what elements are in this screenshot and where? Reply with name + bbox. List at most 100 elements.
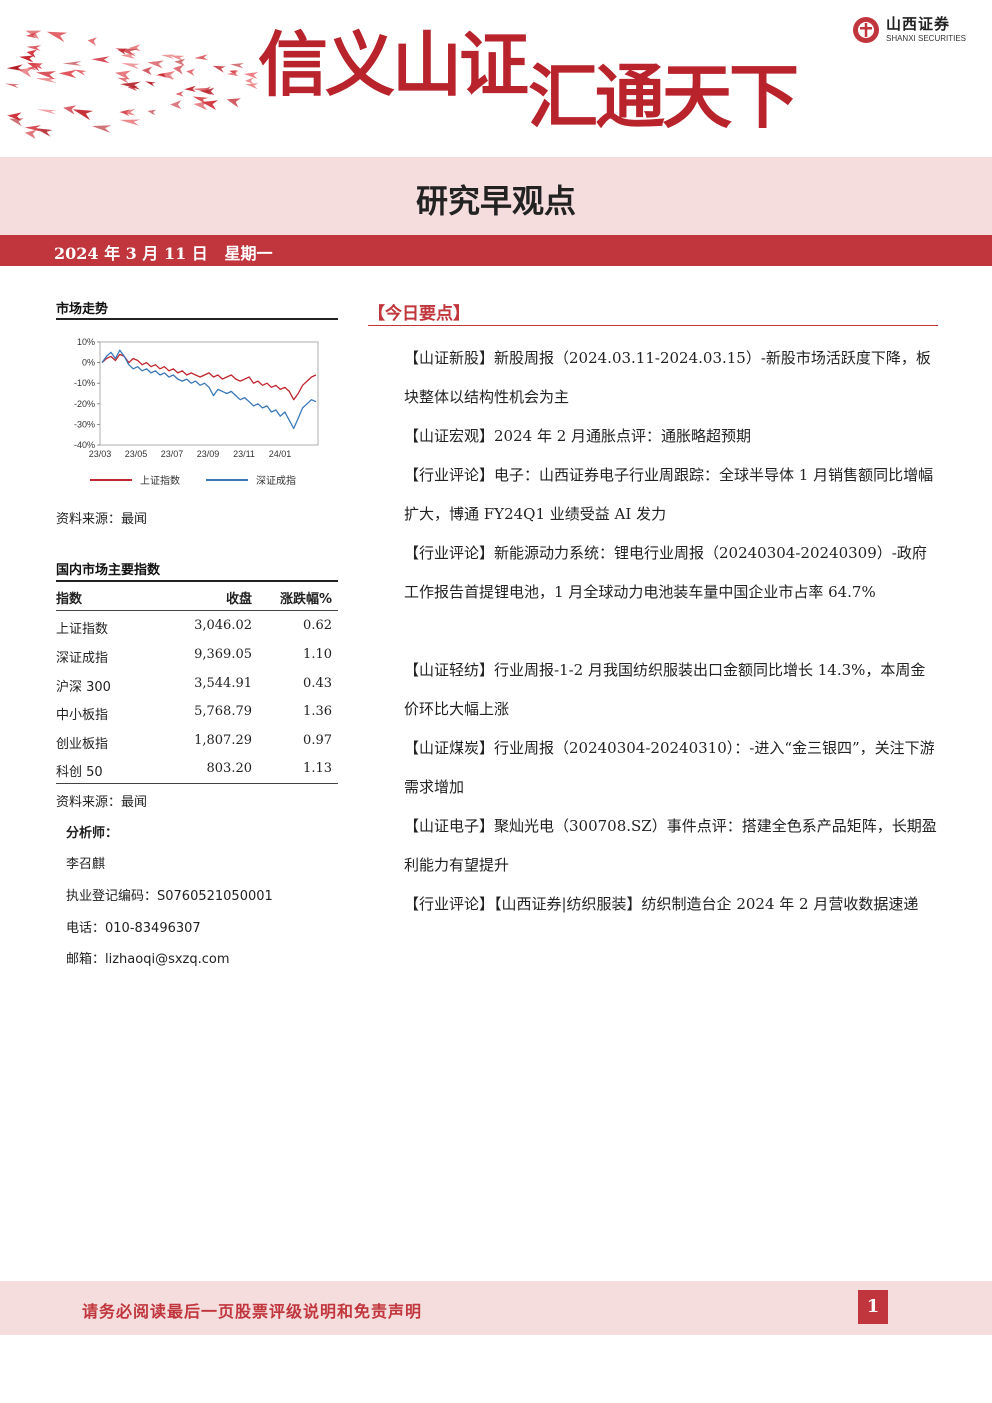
slogan-part1: 信义山证: [258, 24, 529, 106]
arrow-decoration: [115, 48, 138, 57]
report-weekday: 星期一: [224, 244, 273, 263]
index-close: 3,544.91: [194, 676, 252, 691]
legend-label: 深证成指: [256, 474, 296, 487]
y-tick-label: -20%: [74, 399, 95, 409]
index-close: 3,046.02: [194, 618, 252, 633]
arrow-decoration: [145, 81, 156, 87]
table-row: 深证成指 9,369.05 1.10: [56, 647, 338, 676]
report-date: 2024 年 3 月 11 日: [54, 244, 208, 263]
key-points-title: 【今日要点】: [368, 304, 470, 324]
arrow-decoration: [26, 45, 42, 51]
arrow-decoration: [62, 61, 82, 66]
arrow-decoration: [170, 100, 182, 110]
logo-cn-text: 山西证券: [885, 15, 950, 33]
arrow-decoration: [91, 56, 110, 64]
arrow-decoration: [35, 78, 57, 84]
date-line: 2024 年 3 月 11 日 星期一: [54, 240, 273, 264]
index-name: 科创 50: [56, 765, 103, 780]
arrow-decoration: [175, 91, 184, 97]
table-header-change: 涨跌幅%: [279, 592, 332, 607]
x-tick-label: 23/09: [197, 449, 220, 459]
table-row: 沪深 300 3,544.91 0.43: [56, 676, 338, 705]
key-point-item: 【山证轻纺】行业周报-1-2 月我国纺织服装出口金额同比增长 14.3%，本周金…: [404, 661, 926, 718]
y-tick-label: 10%: [77, 337, 95, 347]
report-title: 研究早观点: [415, 182, 576, 220]
arrow-decoration: [212, 65, 226, 73]
table-bottom-rule: [56, 783, 338, 784]
index-change: 0.97: [303, 733, 332, 748]
index-close: 5,768.79: [194, 704, 252, 719]
index-name: 深证成指: [56, 651, 109, 666]
index-change: 0.62: [303, 618, 332, 633]
arrow-decoration: [58, 69, 77, 79]
arrow-decoration: [194, 54, 209, 60]
logo-en-text: SHANXI SECURITIES: [885, 34, 966, 43]
arrow-decoration: [193, 101, 209, 111]
arrow-decoration: [121, 63, 141, 70]
table-row: 科创 50 803.20 1.13: [56, 761, 338, 790]
index-name: 上证指数: [56, 622, 109, 637]
arrow-decoration: [91, 125, 112, 133]
arrow-decoration: [24, 125, 41, 132]
key-point-item: 【山证新股】新股周报（2024.03.11-2024.03.15）-新股市场活跃…: [404, 349, 931, 406]
footer-disclaimer: 请务必阅读最后一页股票评级说明和免责声明: [82, 1302, 423, 1321]
key-point-item: 【行业评论】电子：山西证券电子行业周跟踪：全球半导体 1 月销售额同比增幅扩大，…: [404, 466, 934, 523]
arrow-decoration: [119, 119, 141, 126]
table-header-row: 指数 收盘 涨跌幅%: [56, 588, 338, 617]
index-table-title: 国内市场主要指数: [56, 563, 161, 578]
key-point-item: 【行业评论】【山西证券|纺织服装】纺织制造台企 2024 年 2 月营收数据速递: [404, 895, 919, 913]
market-trend-chart: 10%0%-10%-20%-30%-40%23/03 23/05 23/07 23/0…: [74, 337, 319, 487]
index-close: 803.20: [206, 761, 253, 776]
arrow-decoration: [147, 109, 157, 116]
analyst-label: 分析师：: [66, 826, 119, 841]
arrow-decoration: [5, 83, 20, 89]
x-tick-label: 24/01: [269, 449, 292, 459]
x-tick-label: 23/05: [125, 449, 148, 459]
table-row: 创业板指 1,807.29 0.97: [56, 733, 338, 762]
table-row: 上证指数 3,046.02 0.62: [56, 618, 338, 647]
arrow-decoration: [141, 66, 153, 76]
key-point-item: 【山证煤炭】行业周报（20240304-20240310）：-进入“金三银四”，…: [404, 739, 935, 796]
table-row: 中小板指 5,768.79 1.36: [56, 704, 338, 733]
section-rule: [56, 580, 338, 582]
market-trend-title: 市场走势: [56, 302, 109, 317]
arrow-decoration: [244, 77, 254, 84]
y-tick-label: 0%: [82, 358, 95, 368]
key-points-rule: [368, 325, 938, 326]
arrow-decoration: [243, 72, 259, 79]
arrow-decoration: [226, 98, 241, 108]
table-header-index: 指数: [56, 592, 83, 607]
analyst-name: 李召麒: [66, 857, 106, 872]
x-tick-label: 23/11: [233, 449, 255, 459]
index-change: 0.43: [303, 676, 332, 691]
arrow-decoration: [230, 63, 244, 69]
arrow-decoration: [36, 109, 57, 115]
index-name: 中小板指: [56, 708, 109, 723]
index-change: 1.36: [303, 704, 332, 719]
arrow-decoration: [173, 64, 184, 75]
y-tick-label: -30%: [74, 419, 95, 429]
chart-source: 资料来源：最闻: [56, 512, 148, 527]
index-name: 创业板指: [56, 737, 109, 752]
arrow-decoration: [72, 109, 94, 121]
arrow-decoration: [120, 53, 136, 59]
arrow-decoration: [74, 69, 87, 76]
arrow-decoration: [46, 31, 68, 43]
analyst-email: 邮箱：lizhaoqi@sxzq.com: [66, 952, 230, 967]
key-point-item: 【山证宏观】2024 年 2 月通胀点评：通胀略超预期: [404, 427, 752, 445]
key-point-item: 【行业评论】新能源动力系统：锂电行业周报（20240304-20240309）-…: [404, 544, 927, 601]
table-source: 资料来源：最闻: [56, 795, 148, 810]
x-tick-label: 23/03: [89, 449, 112, 459]
series-line-shenzhen: [101, 349, 317, 430]
analyst-license: 执业登记编码：S0760521050001: [66, 889, 273, 904]
series-line-shanghai: [101, 353, 317, 401]
arrow-decoration: [147, 60, 165, 69]
analyst-phone: 电话：010-83496307: [66, 921, 201, 936]
index-change: 1.10: [303, 647, 332, 662]
index-close: 9,369.05: [194, 647, 252, 662]
page-number: 1: [858, 1290, 888, 1324]
key-point-item: 【山证电子】聚灿光电（300708.SZ）事件点评：搭建全色系产品矩阵，长期盈利…: [404, 817, 937, 874]
arrow-decoration: [87, 37, 97, 46]
arrow-decoration: [63, 105, 77, 115]
table-header-rule: [56, 610, 338, 611]
